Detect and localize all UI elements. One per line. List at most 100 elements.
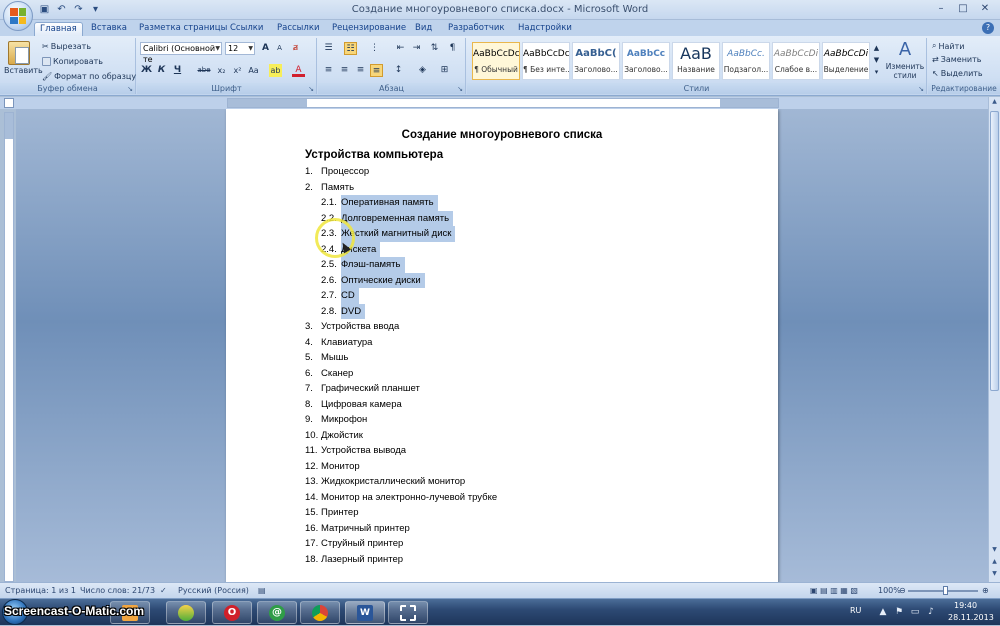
scroll-down-icon[interactable]: ▼ (990, 546, 999, 556)
styles-launcher-icon[interactable]: ↘ (918, 85, 924, 93)
tab-page-layout[interactable]: Разметка страницы (134, 22, 232, 36)
close-button[interactable]: ✕ (974, 0, 996, 17)
style-heading-2[interactable]: AaBbCc Заголово... (622, 42, 670, 80)
font-name-combo[interactable]: Calibri (Основной те ▼ (140, 42, 222, 64)
bold-button[interactable]: Ж (140, 64, 153, 77)
styles-scroll-icon[interactable]: ▲ ▼ ▾ (872, 42, 881, 80)
align-right-icon[interactable]: ≡ (354, 64, 367, 77)
style-title[interactable]: AaB Название (672, 42, 720, 80)
shrink-font-button[interactable]: A (273, 42, 286, 55)
tab-review[interactable]: Рецензирование (327, 22, 411, 36)
clear-format-button[interactable]: ⱥ (289, 42, 302, 55)
change-case-button[interactable]: Aa (247, 64, 260, 77)
italic-button[interactable]: К (155, 64, 168, 77)
vertical-ruler[interactable] (4, 112, 14, 582)
justify-icon[interactable]: ≡ (370, 64, 383, 77)
find-button[interactable]: ⌕ Найти (932, 41, 964, 51)
maximize-button[interactable]: □ (952, 0, 974, 17)
multilevel-list-icon[interactable]: ⋮ (368, 42, 381, 55)
list-item-text: Джойстик (321, 429, 363, 441)
prev-page-icon[interactable]: ▲ (990, 558, 999, 568)
align-center-icon[interactable]: ≡ (338, 64, 351, 77)
vertical-scrollbar[interactable]: ▲ ▼ ▲ ▼ (988, 97, 1000, 582)
tray-arrow-icon[interactable]: ▲ (878, 607, 888, 617)
replace-button[interactable]: ⇄ Заменить (932, 55, 982, 64)
monitor-icon[interactable]: ▭ (910, 607, 920, 617)
minimize-button[interactable]: – (930, 0, 952, 17)
view-buttons-icon[interactable]: ▣ ▤ ▥ ▦ ▧ (810, 586, 858, 595)
help-icon[interactable]: ? (982, 22, 994, 34)
taskbar-app-word[interactable]: W (345, 601, 385, 624)
numbering-icon[interactable]: ☷ (344, 42, 357, 55)
volume-icon[interactable]: ♪ (926, 607, 936, 617)
line-spacing-icon[interactable]: ↕ (392, 64, 405, 77)
flag-icon[interactable]: ⚑ (894, 607, 904, 617)
scroll-thumb[interactable] (990, 111, 999, 391)
pilcrow-icon[interactable]: ¶ (446, 42, 459, 55)
office-button[interactable] (3, 1, 33, 31)
align-left-icon[interactable]: ≡ (322, 64, 335, 77)
style-heading-1[interactable]: AaBbC( Заголово... (572, 42, 620, 80)
paragraph-launcher-icon[interactable]: ↘ (457, 85, 463, 93)
clock-time[interactable]: 19:40 (954, 601, 977, 610)
language-indicator[interactable]: Русский (Россия) (178, 586, 249, 595)
increase-indent-icon[interactable]: ⇥ (410, 42, 423, 55)
tab-insert[interactable]: Вставка (86, 22, 132, 36)
taskbar-app-screen-capture[interactable] (388, 601, 428, 624)
spellcheck-icon[interactable]: ✓ (160, 586, 167, 595)
decrease-indent-icon[interactable]: ⇤ (394, 42, 407, 55)
taskbar-app-chrome[interactable] (300, 601, 340, 624)
document-page[interactable]: Создание многоуровневого списка Устройст… (226, 109, 778, 582)
paste-button[interactable]: Вставить (4, 41, 43, 81)
change-styles-button[interactable]: A Изменить стили (885, 40, 925, 81)
tab-addins[interactable]: Надстройки (513, 22, 577, 36)
horizontal-ruler[interactable] (227, 98, 779, 108)
font-launcher-icon[interactable]: ↘ (308, 85, 314, 93)
page-count[interactable]: Страница: 1 из 1 (5, 586, 76, 595)
underline-button[interactable]: Ч (171, 64, 184, 77)
style-subtle-emphasis[interactable]: AaBbCcDi Слабое в... (772, 42, 820, 80)
list-item-text: Монитор (321, 460, 360, 472)
tab-view[interactable]: Вид (410, 22, 437, 36)
select-button[interactable]: ↖ Выделить (932, 69, 983, 78)
tab-developer[interactable]: Разработчик (443, 22, 510, 36)
tab-references[interactable]: Ссылки (225, 22, 268, 36)
tab-home[interactable]: Главная (34, 22, 83, 36)
list-item-text: Оперативная память (341, 195, 438, 211)
sort-icon[interactable]: ⇅ (428, 42, 441, 55)
font-size-combo[interactable]: 12 ▼ (225, 42, 255, 55)
style-normal[interactable]: AaBbCcDc ¶ Обычный (472, 42, 520, 80)
bullets-icon[interactable]: ☰ (322, 42, 335, 55)
superscript-button[interactable]: x² (231, 64, 244, 77)
list-item-number: 4. (305, 336, 313, 348)
grow-font-button[interactable]: A (259, 42, 272, 55)
strikethrough-button[interactable]: abe (195, 64, 213, 77)
scroll-up-icon[interactable]: ▲ (990, 98, 999, 108)
taskbar-app-mail[interactable]: @ (257, 601, 297, 624)
macro-icon[interactable]: ▤ (258, 586, 266, 595)
language-switcher[interactable]: RU (850, 606, 861, 615)
style-emphasis[interactable]: AaBbCcDi Выделение (822, 42, 870, 80)
taskbar-app-media[interactable] (166, 601, 206, 624)
highlight-button[interactable]: ab (269, 64, 282, 77)
zoom-level[interactable]: 100% (878, 586, 901, 595)
taskbar-app-opera[interactable]: O (212, 601, 252, 624)
copy-button[interactable]: Копировать (42, 57, 103, 66)
cut-button[interactable]: ✂ Вырезать (42, 42, 91, 51)
tab-selector-icon[interactable] (4, 98, 14, 108)
style-no-spacing[interactable]: AaBbCcDc ¶ Без инте... (522, 42, 570, 80)
shading-icon[interactable]: ◈ (416, 64, 429, 77)
subscript-button[interactable]: x₂ (215, 64, 228, 77)
format-painter-button[interactable]: 🖌 Формат по образцу (42, 72, 136, 81)
word-count[interactable]: Число слов: 21/73 (80, 586, 155, 595)
next-page-icon[interactable]: ▼ (990, 570, 999, 580)
style-subtitle[interactable]: AaBbCc. Подзагол... (722, 42, 770, 80)
zoom-slider-knob[interactable] (943, 586, 948, 595)
clipboard-launcher-icon[interactable]: ↘ (127, 85, 133, 93)
zoom-out-icon[interactable]: ⊖ (899, 586, 906, 595)
zoom-in-icon[interactable]: ⊕ (982, 586, 989, 595)
font-color-button[interactable]: A (292, 64, 305, 77)
tab-mailings[interactable]: Рассылки (272, 22, 324, 36)
borders-icon[interactable]: ⊞ (438, 64, 451, 77)
clock-date[interactable]: 28.11.2013 (948, 613, 994, 622)
